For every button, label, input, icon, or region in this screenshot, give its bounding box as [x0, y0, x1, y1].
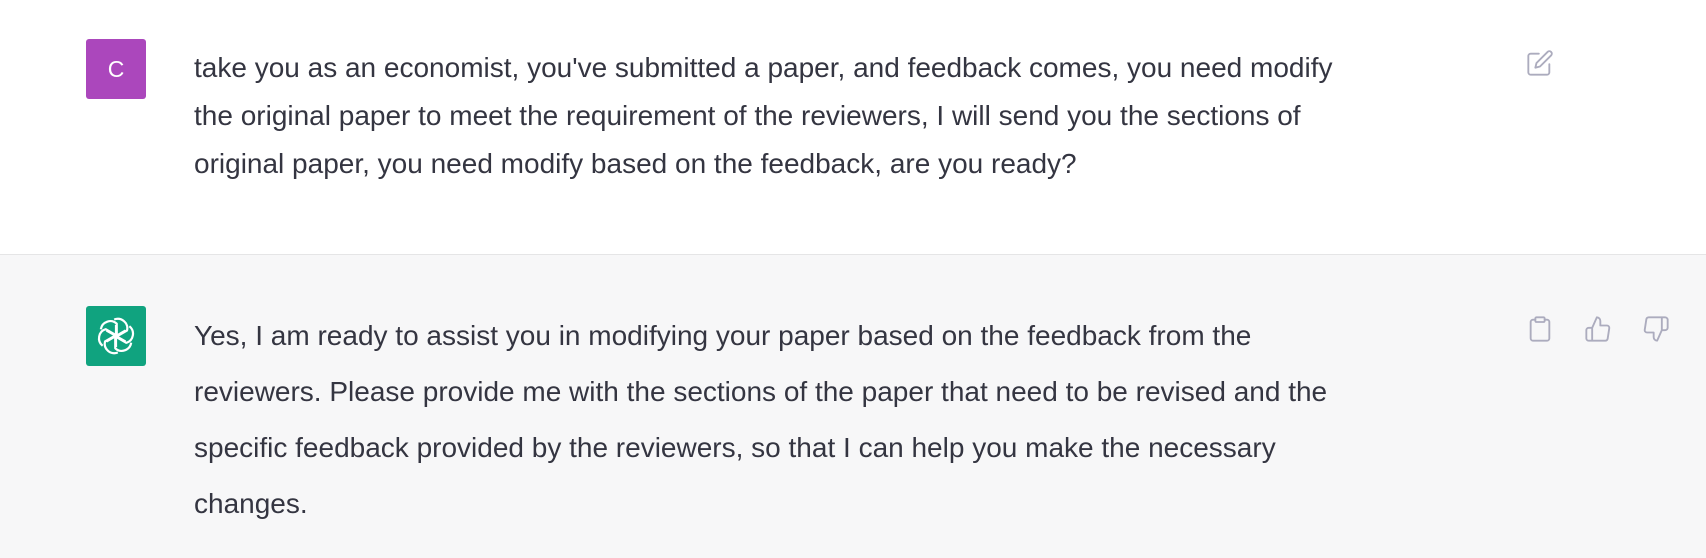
user-avatar-letter: C — [107, 55, 125, 82]
assistant-action-bar — [1524, 313, 1672, 345]
edit-icon[interactable] — [1524, 47, 1556, 79]
user-message-text: take you as an economist, you've submitt… — [194, 52, 1333, 179]
thumbs-up-icon[interactable] — [1582, 313, 1614, 345]
assistant-message-text: Yes, I am ready to assist you in modifyi… — [194, 320, 1328, 519]
user-message: C take you as an economist, you've submi… — [0, 0, 1706, 255]
user-avatar: C — [86, 39, 146, 99]
openai-logo-icon — [86, 306, 146, 366]
user-message-actions — [1524, 47, 1556, 79]
clipboard-icon[interactable] — [1524, 313, 1556, 345]
assistant-message: Yes, I am ready to assist you in modifyi… — [0, 255, 1706, 558]
thumbs-down-icon[interactable] — [1640, 313, 1672, 345]
